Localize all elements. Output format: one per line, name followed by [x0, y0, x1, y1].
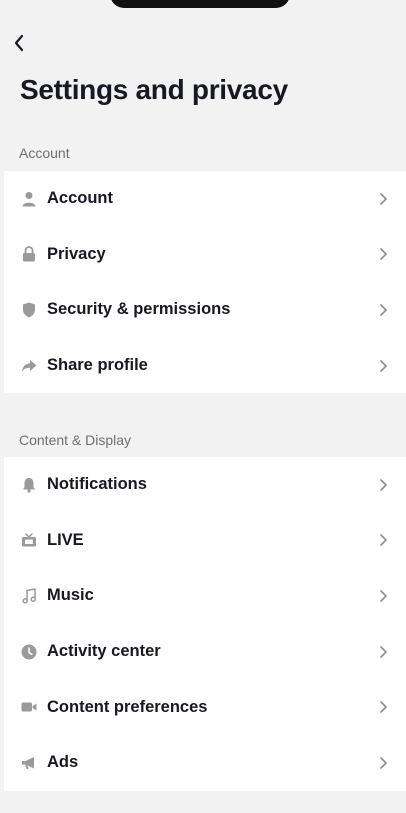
chevron-right-icon: [380, 534, 387, 547]
row-label: Ads: [47, 753, 79, 772]
chevron-right-icon: [380, 756, 387, 769]
row-content-preferences[interactable]: Content preferences: [4, 679, 406, 735]
lock-icon: [20, 245, 38, 263]
chevron-right-icon: [380, 701, 387, 713]
row-ads[interactable]: Ads: [4, 735, 406, 791]
bell-icon: [20, 476, 38, 494]
device-notch: [110, 0, 290, 8]
content-display-group: Notifications LIVE Music Activity center…: [4, 457, 406, 791]
row-notifications[interactable]: Notifications: [4, 457, 406, 513]
share-icon: [20, 357, 38, 375]
section-label-account: Account: [19, 145, 70, 161]
back-button[interactable]: [8, 30, 30, 56]
chevron-right-icon: [380, 359, 387, 372]
row-security-permissions[interactable]: Security & permissions: [4, 282, 406, 338]
row-label: Privacy: [47, 244, 106, 263]
chevron-right-icon: [380, 192, 387, 205]
row-privacy[interactable]: Privacy: [4, 227, 406, 283]
row-account[interactable]: Account: [4, 171, 406, 227]
shield-icon: [20, 301, 38, 319]
row-label: Content preferences: [47, 697, 208, 716]
page-title: Settings and privacy: [20, 74, 288, 105]
music-note-icon: [20, 587, 38, 605]
row-label: Security & permissions: [47, 300, 231, 319]
chevron-right-icon: [380, 478, 387, 491]
video-camera-icon: [20, 698, 38, 716]
account-group: Account Privacy Security & permissions S…: [4, 171, 406, 394]
chevron-left-icon: [14, 34, 24, 52]
row-activity-center[interactable]: Activity center: [4, 624, 406, 680]
section-label-content-display: Content & Display: [19, 432, 132, 448]
chevron-right-icon: [380, 590, 387, 602]
row-label: LIVE: [47, 530, 84, 549]
chevron-right-icon: [380, 645, 387, 658]
row-label: Account: [47, 189, 113, 208]
row-label: Activity center: [47, 642, 161, 661]
row-share-profile[interactable]: Share profile: [4, 338, 406, 394]
row-music[interactable]: Music: [4, 568, 406, 624]
chevron-right-icon: [380, 248, 387, 261]
row-label: Share profile: [47, 356, 148, 375]
chevron-right-icon: [380, 304, 387, 316]
row-live[interactable]: LIVE: [4, 513, 406, 569]
row-label: Notifications: [47, 475, 147, 494]
person-icon: [20, 190, 38, 208]
clock-icon: [20, 643, 38, 661]
megaphone-icon: [20, 754, 38, 772]
tv-icon: [20, 531, 38, 549]
row-label: Music: [47, 586, 94, 605]
